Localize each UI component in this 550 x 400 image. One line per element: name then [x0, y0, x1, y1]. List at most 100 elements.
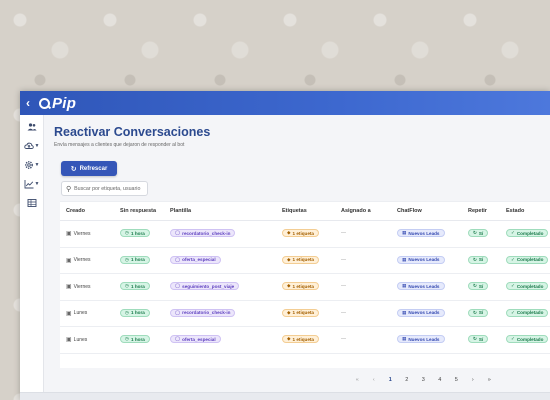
template-cell: ◯ oferta_especial — [170, 335, 221, 343]
page-button-3[interactable]: 3 — [415, 377, 432, 383]
search-box[interactable]: ⚲ — [61, 181, 148, 196]
no-response-text: 1 hora — [131, 336, 145, 342]
column-header-assigned[interactable]: Asignado a — [341, 208, 371, 214]
template-text: recordatorio_check-in — [182, 230, 231, 236]
page-button-4[interactable]: 4 — [432, 377, 449, 383]
tags-badge[interactable]: ◆ 1 etiqueta — [282, 308, 319, 317]
template-badge[interactable]: ◯ oferta_especial — [170, 335, 221, 343]
assigned-text: — — [341, 283, 346, 289]
page-button-5[interactable]: 5 — [448, 377, 465, 383]
status-cell: ✓ Completado — [506, 308, 549, 317]
users-icon — [27, 123, 37, 131]
chatflow-badge[interactable]: ▦ Nuevos Leads — [397, 308, 445, 317]
template-cell: ◯ recordatorio_check-in — [170, 308, 236, 317]
tags-badge[interactable]: ◆ 1 etiqueta — [282, 255, 319, 264]
tags-text: 1 etiqueta — [292, 310, 314, 315]
status-cell: ✓ Completado — [506, 335, 549, 343]
table-row[interactable]: ▣ Viernes ◷ 1 hora ◯ seguimiento_post_viaje… — [60, 274, 550, 301]
template-badge[interactable]: ◯ oferta_especial — [170, 255, 221, 264]
chatflow-badge[interactable]: ▦ Nuevos Leads — [397, 282, 445, 290]
column-header-chatflow[interactable]: ChatFlow — [397, 208, 422, 214]
table-row[interactable]: ▣ Viernes ◷ 1 hora ◯ oferta_especial ◆ 1 eti… — [60, 248, 550, 274]
clock-icon: ◷ — [125, 230, 130, 235]
template-cell: ◯ recordatorio_check-in — [170, 229, 236, 237]
repeat-badge: ↻ Sí — [468, 229, 489, 237]
tag-icon: ◆ — [287, 230, 291, 235]
template-text: oferta_especial — [182, 336, 216, 342]
sidebar-item-upload[interactable]: ▼ — [23, 140, 39, 152]
created-text: Lunes — [73, 336, 88, 343]
search-icon: ⚲ — [66, 185, 72, 193]
chevron-down-icon: ▼ — [34, 181, 40, 187]
column-header-status[interactable]: Estado — [506, 208, 524, 214]
column-header-template[interactable]: Plantilla — [170, 208, 191, 214]
tag-icon: ◆ — [287, 309, 291, 315]
logo-mark-icon — [39, 97, 50, 109]
cloud-upload-icon — [23, 142, 34, 149]
template-badge[interactable]: ◯ seguimiento_post_viaje — [170, 282, 240, 290]
table-row[interactable]: ▣ Lunes ◷ 1 hora ◯ recordatorio_check-in ◆ 1… — [60, 301, 550, 327]
prev-page-button[interactable]: ‹ — [366, 377, 383, 383]
refresh-button[interactable]: ↻ Refrescar — [61, 161, 117, 176]
chatflow-cell: ▦ Nuevos Leads — [397, 255, 445, 264]
table-row[interactable]: ▣ Viernes ◷ 1 hora ◯ recordatorio_check-in … — [60, 221, 550, 248]
chat-bubble-icon: ◯ — [175, 336, 181, 341]
search-input[interactable] — [74, 185, 145, 192]
repeat-cell: ↻ Sí — [468, 282, 489, 290]
clock-icon: ◷ — [125, 283, 130, 288]
column-header-tags[interactable]: Etiquetas — [282, 208, 307, 214]
tag-icon: ◆ — [287, 283, 291, 288]
table-row[interactable]: ▣ Lunes ◷ 1 hora ◯ oferta_especial ◆ 1 etiqu… — [60, 327, 550, 354]
last-page-button[interactable]: » — [481, 377, 498, 383]
calendar-icon: ▣ — [66, 337, 72, 343]
created-cell: ▣ Lunes — [66, 310, 87, 317]
chevron-left-icon[interactable]: ‹ — [26, 96, 35, 110]
next-page-button[interactable]: › — [465, 377, 482, 383]
repeat-cell: ↻ Sí — [468, 335, 489, 343]
status-badge: ✓ Completado — [506, 229, 549, 237]
sidebar-item-analytics[interactable]: ▼ — [24, 178, 40, 190]
status-cell: ✓ Completado — [506, 255, 549, 264]
sidebar: ▼ ▼ ▼ — [20, 115, 44, 400]
repeat-icon: ↻ — [473, 256, 477, 262]
table-header: Creado Sin respuesta Plantilla Etiquetas… — [60, 202, 550, 221]
column-header-no-response[interactable]: Sin respuesta — [120, 208, 156, 214]
chatflow-badge[interactable]: ▦ Nuevos Leads — [397, 229, 445, 237]
status-text: Completado — [516, 257, 544, 262]
first-page-button[interactable]: « — [349, 377, 366, 383]
template-text: recordatorio_check-in — [182, 310, 231, 315]
column-header-repeat[interactable]: Repetir — [468, 208, 487, 214]
created-text: Viernes — [73, 283, 91, 290]
no-response-badge: ◷ 1 hora — [120, 229, 150, 237]
template-badge[interactable]: ◯ recordatorio_check-in — [170, 308, 236, 317]
chatflow-badge[interactable]: ▦ Nuevos Leads — [397, 335, 445, 343]
sidebar-item-table[interactable] — [27, 197, 37, 209]
repeat-badge: ↻ Sí — [468, 255, 489, 264]
assigned-cell: — — [341, 230, 346, 236]
chevron-down-icon: ▼ — [34, 162, 40, 168]
app-logo: Pip — [39, 95, 76, 112]
tags-badge[interactable]: ◆ 1 etiqueta — [282, 282, 319, 290]
chatflow-badge[interactable]: ▦ Nuevos Leads — [397, 255, 445, 264]
page-button-2[interactable]: 2 — [399, 377, 416, 383]
flow-icon: ▦ — [402, 256, 407, 262]
column-header-created[interactable]: Creado — [66, 208, 85, 214]
created-cell: ▣ Lunes — [66, 336, 88, 344]
chart-line-icon — [24, 180, 34, 189]
chat-bubble-icon: ◯ — [175, 283, 181, 288]
check-circle-icon: ✓ — [511, 336, 515, 341]
sidebar-item-users[interactable] — [27, 121, 37, 133]
tags-badge[interactable]: ◆ 1 etiqueta — [282, 229, 319, 237]
assigned-cell: — — [341, 310, 346, 316]
no-response-cell: ◷ 1 hora — [120, 229, 150, 237]
check-circle-icon: ✓ — [511, 256, 515, 262]
tags-badge[interactable]: ◆ 1 etiqueta — [282, 335, 319, 343]
tags-cell: ◆ 1 etiqueta — [282, 229, 319, 237]
calendar-icon: ▣ — [66, 284, 72, 290]
page-button-1[interactable]: 1 — [382, 377, 399, 383]
flow-icon: ▦ — [402, 336, 407, 341]
template-badge[interactable]: ◯ recordatorio_check-in — [170, 229, 236, 237]
sidebar-item-settings[interactable]: ▼ — [24, 159, 40, 171]
top-bar: ‹ Pip — [20, 91, 550, 115]
calendar-icon: ▣ — [66, 231, 72, 237]
